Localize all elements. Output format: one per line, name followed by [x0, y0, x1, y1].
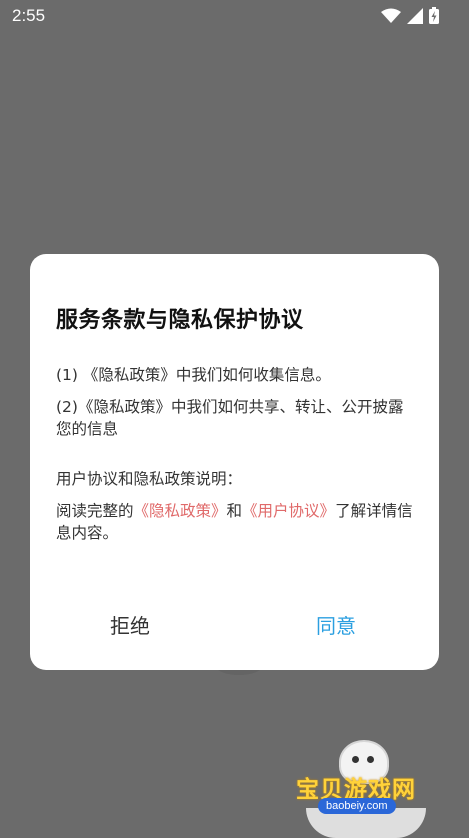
paragraph-explanation: 用户协议和隐私政策说明：	[56, 470, 243, 488]
paragraph-share-info: (2)《隐私政策》中我们如何共享、转让、公开披露您的信息	[56, 398, 404, 438]
watermark: 宝贝游戏网 baobeiy.com	[296, 740, 436, 838]
battery-icon	[429, 7, 439, 24]
privacy-policy-link[interactable]: 《隐私政策》	[134, 502, 227, 520]
status-icons	[381, 7, 439, 24]
agree-button[interactable]: 同意	[306, 606, 366, 643]
dialog-title: 服务条款与隐私保护协议	[56, 308, 304, 333]
dialog-body: (1) 《隐私政策》中我们如何收集信息。 (2)《隐私政策》中我们如何共享、转让…	[56, 364, 416, 544]
read-full-prefix: 阅读完整的	[56, 502, 134, 520]
reject-button[interactable]: 拒绝	[100, 606, 160, 643]
paragraph-collect-info: (1) 《隐私政策》中我们如何收集信息。	[56, 366, 331, 384]
watermark-url: baobeiy.com	[318, 798, 396, 814]
signal-icon	[407, 7, 423, 24]
status-time: 2:55	[12, 6, 46, 25]
privacy-dialog: 服务条款与隐私保护协议 (1) 《隐私政策》中我们如何收集信息。 (2)《隐私政…	[30, 254, 439, 670]
user-agreement-link[interactable]: 《用户协议》	[242, 502, 335, 520]
status-bar: 2:55	[0, 0, 469, 32]
wifi-icon	[381, 8, 401, 24]
paragraph-read-full: 阅读完整的《隐私政策》和《用户协议》了解详情信息内容。	[56, 500, 416, 544]
read-full-and: 和	[226, 502, 243, 520]
